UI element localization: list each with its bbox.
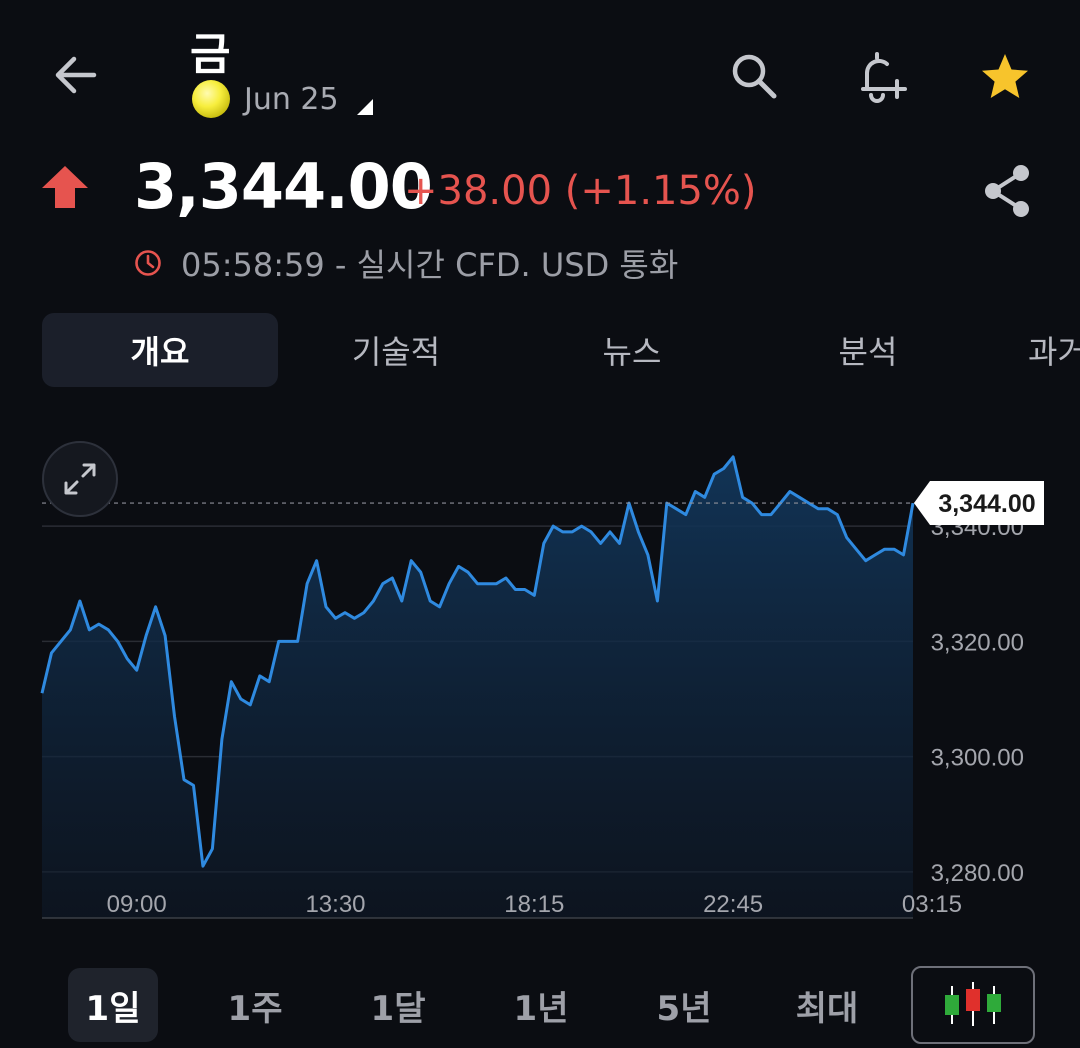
last-price: 3,344.00 <box>134 150 433 223</box>
x-tick-label: 18:15 <box>504 891 564 918</box>
price-change: +38.00 (+1.15%) <box>404 168 757 214</box>
x-tick-label: 03:15 <box>902 891 962 918</box>
range-1d[interactable]: 1일 <box>68 968 158 1042</box>
price-up-arrow-icon <box>40 164 90 214</box>
status-line: 05:58:59 - 실시간 CFD. USD 통화 <box>133 240 678 286</box>
bell-plus-icon <box>861 52 907 103</box>
tab-news[interactable]: 뉴스 <box>514 313 750 387</box>
arrow-left-icon <box>55 56 97 94</box>
contract-label: Jun 25 <box>244 81 339 117</box>
range-1m[interactable]: 1달 <box>353 968 443 1042</box>
last-price-marker: 3,344.00 <box>914 481 1044 526</box>
clock-icon <box>135 250 161 276</box>
search-icon <box>732 54 777 99</box>
y-tick-label: 3,280.00 <box>931 860 1024 887</box>
candlestick-toggle-button[interactable] <box>911 966 1035 1044</box>
section-tabs: 개요 기술적 뉴스 분석 과거 <box>42 313 1080 387</box>
price-chart[interactable]: 3,280.003,300.003,320.003,340.00 3,344.0… <box>0 420 1080 940</box>
add-alert-button[interactable] <box>846 42 916 108</box>
tab-history[interactable]: 과거 <box>986 313 1080 387</box>
instrument-title: 금 <box>190 29 231 80</box>
expand-chart-button[interactable] <box>42 441 118 517</box>
x-tick-label: 13:30 <box>305 891 365 918</box>
tab-analysis[interactable]: 분석 <box>750 313 986 387</box>
expand-icon <box>64 463 96 495</box>
y-tick-label: 3,320.00 <box>931 629 1024 656</box>
favorite-button[interactable] <box>972 44 1038 110</box>
status-text: 05:58:59 - 실시간 CFD. USD 통화 <box>181 246 679 284</box>
x-tick-label: 09:00 <box>107 891 167 918</box>
last-price-tag-label: 3,344.00 <box>938 490 1035 518</box>
candlestick-icon <box>945 982 1001 1026</box>
y-tick-label: 3,300.00 <box>931 745 1024 772</box>
share-button[interactable] <box>972 156 1042 226</box>
tab-overview[interactable]: 개요 <box>42 313 278 387</box>
gold-coin-icon <box>192 80 230 118</box>
dropdown-triangle-icon <box>356 99 373 115</box>
x-tick-label: 22:45 <box>703 891 763 918</box>
back-button[interactable] <box>40 42 110 108</box>
search-button[interactable] <box>722 44 786 108</box>
contract-selector[interactable]: Jun 25 <box>192 80 375 118</box>
range-1y[interactable]: 1년 <box>496 968 586 1042</box>
range-1w[interactable]: 1주 <box>210 968 300 1042</box>
share-icon <box>985 165 1029 217</box>
star-icon <box>982 54 1028 98</box>
tab-technical[interactable]: 기술적 <box>278 313 514 387</box>
range-5y[interactable]: 5년 <box>639 968 729 1042</box>
range-max[interactable]: 최대 <box>782 968 872 1042</box>
